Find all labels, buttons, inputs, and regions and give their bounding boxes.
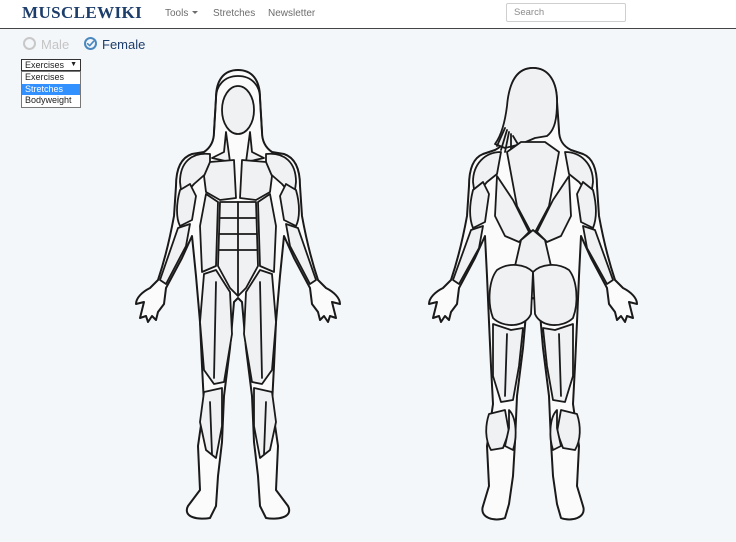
search-input[interactable]: [506, 3, 626, 22]
nav-newsletter-link[interactable]: Newsletter: [268, 8, 315, 19]
category-select[interactable]: Exercises ▼: [21, 59, 81, 71]
category-dropdown-list: Exercises Stretches Bodyweight: [21, 71, 81, 108]
nav-tools-label: Tools: [165, 8, 189, 19]
front-body-diagram: [135, 69, 341, 520]
page: MUSCLEWIKI Tools Stretches Newsletter Ma…: [0, 0, 736, 542]
brand-logo[interactable]: MUSCLEWIKI: [22, 3, 142, 23]
dropdown-option-stretches[interactable]: Stretches: [22, 83, 80, 95]
triangle-down-icon: ▼: [70, 61, 77, 68]
nav-tools-dropdown[interactable]: Tools: [165, 8, 199, 19]
back-body-diagram: [428, 67, 638, 521]
radio-checked-icon[interactable]: [84, 37, 97, 50]
muscle-glutes-left[interactable]: [488, 264, 534, 326]
caret-down-icon: [192, 11, 199, 14]
muscle-chest-right[interactable]: [239, 159, 273, 201]
gender-female-label: Female: [102, 37, 146, 52]
top-navbar: MUSCLEWIKI Tools Stretches Newsletter: [0, 0, 736, 29]
radio-unchecked-icon[interactable]: [23, 37, 36, 50]
dropdown-option-exercises[interactable]: Exercises: [22, 72, 80, 84]
nav-stretches-link[interactable]: Stretches: [213, 8, 255, 19]
category-select-value: Exercises: [25, 60, 65, 70]
gender-male-label: Male: [41, 37, 70, 52]
muscle-chest-left[interactable]: [203, 159, 237, 201]
dropdown-option-bodyweight[interactable]: Bodyweight: [22, 95, 80, 107]
muscle-glutes-right[interactable]: [532, 264, 578, 326]
front-face: [221, 85, 255, 135]
